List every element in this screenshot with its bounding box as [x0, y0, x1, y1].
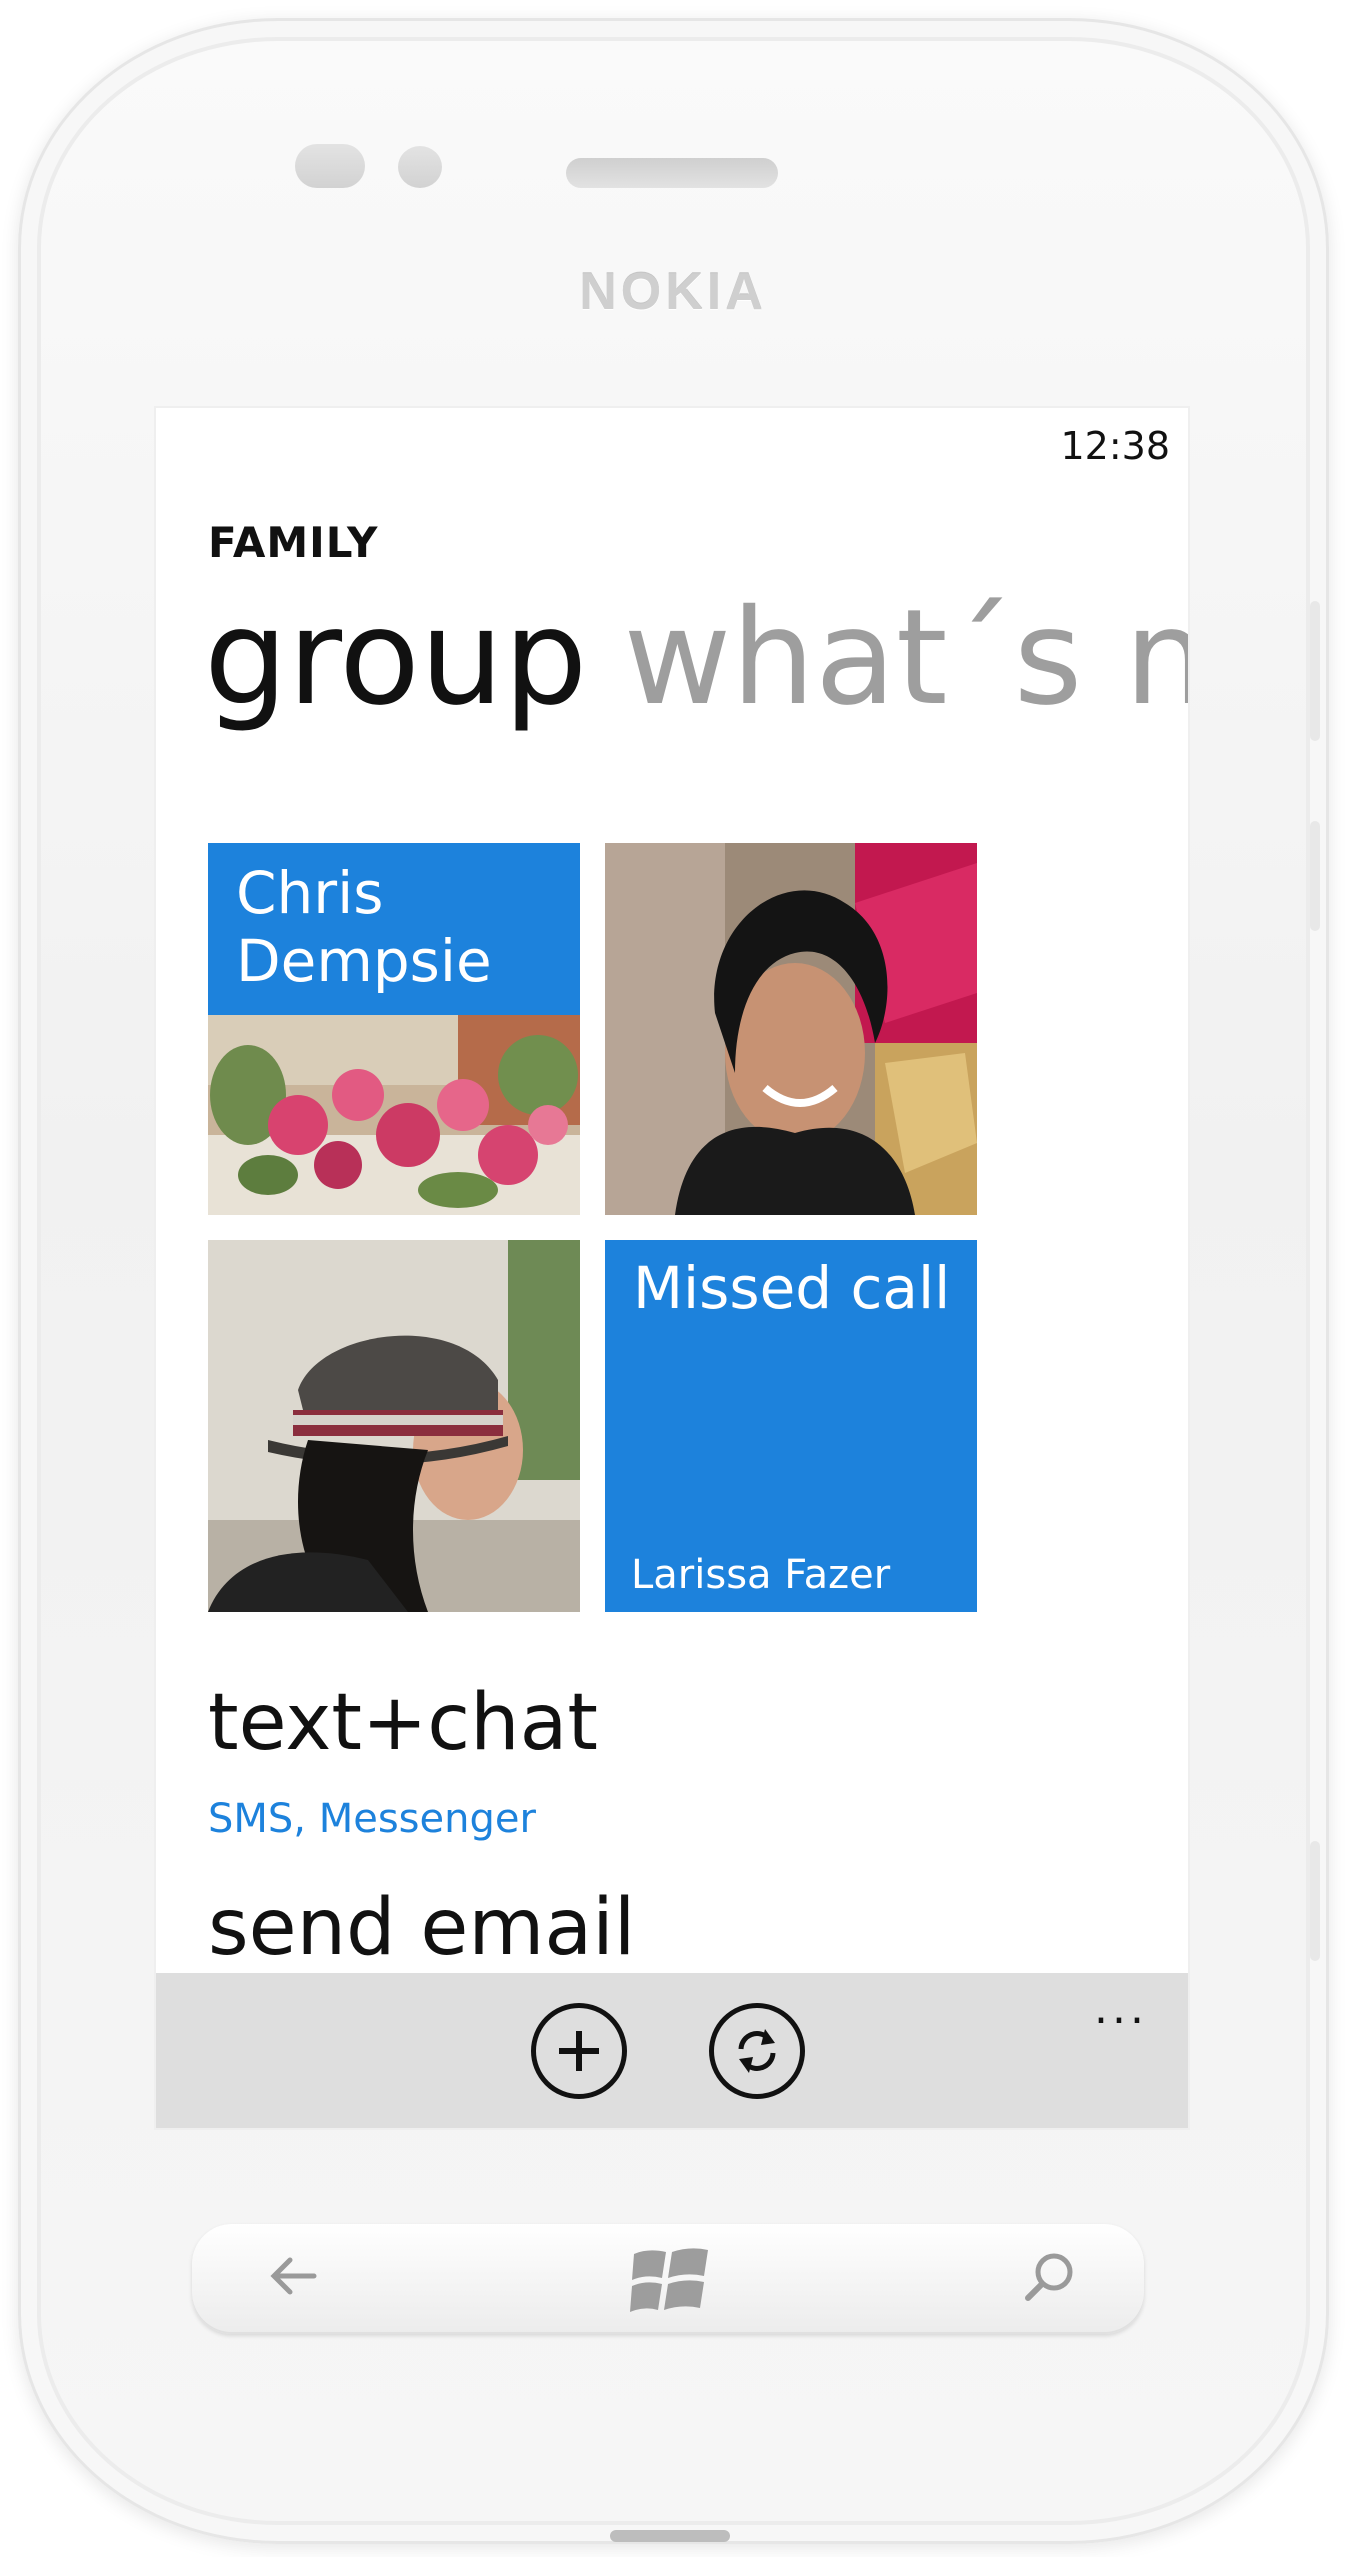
add-icon	[559, 2031, 599, 2071]
app-bar: ...	[156, 1973, 1188, 2128]
sync-button[interactable]	[709, 2003, 805, 2099]
front-camera	[398, 146, 442, 188]
sync-icon	[738, 2029, 776, 2073]
missed-call-title: Missed call	[633, 1254, 951, 1322]
flowers-photo	[208, 1015, 580, 1215]
windows-start-icon[interactable]	[628, 2240, 712, 2320]
missed-call-tile[interactable]: Missed call Larissa Fazer	[605, 1240, 977, 1612]
earpiece	[566, 158, 778, 188]
add-button[interactable]	[531, 2003, 627, 2099]
proximity-sensor	[295, 144, 365, 188]
pivot-item-whats-new[interactable]: what´s ne	[623, 581, 1188, 735]
power-button[interactable]	[1310, 821, 1320, 931]
pivot-item-group[interactable]: group	[204, 581, 587, 735]
contact-tile-chris-dempsie[interactable]: Chris Dempsie	[208, 843, 580, 1215]
group-title: FAMILY	[208, 518, 379, 567]
missed-call-contact: Larissa Fazer	[631, 1552, 891, 1598]
bottom-port	[610, 2530, 730, 2542]
tile-contact-name: Chris Dempsie	[236, 859, 492, 996]
menu-item-text-chat-subtitle: SMS, Messenger	[208, 1796, 536, 1842]
menu-item-send-email[interactable]: send email	[208, 1883, 635, 1973]
contact-photo-tile[interactable]	[208, 1240, 580, 1612]
status-time: 12:38	[1060, 424, 1170, 468]
smiling-woman-photo	[605, 843, 977, 1215]
search-icon[interactable]	[1018, 2246, 1082, 2310]
brand-logo: NOKIA	[579, 263, 767, 321]
hardware-key-bar	[192, 2224, 1144, 2334]
contact-photo-tile[interactable]	[605, 843, 977, 1215]
back-icon[interactable]	[264, 2246, 324, 2306]
more-options-ellipsis[interactable]: ...	[1094, 1983, 1148, 2034]
menu-item-text-chat[interactable]: text+chat	[208, 1678, 598, 1768]
screen: 12:38 FAMILY groupwhat´s ne Chris Dempsi…	[156, 408, 1188, 2128]
camera-button[interactable]	[1310, 1841, 1320, 1961]
pivot-header: groupwhat´s ne	[204, 585, 1188, 731]
woman-in-hat-photo	[208, 1240, 580, 1612]
volume-button[interactable]	[1310, 601, 1320, 741]
